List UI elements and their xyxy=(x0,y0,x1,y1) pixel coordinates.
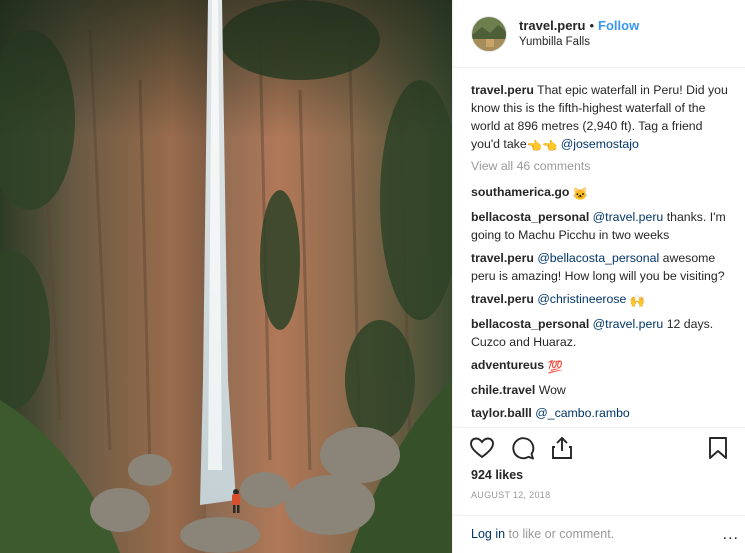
header-line: travel.peru • Follow xyxy=(519,17,639,34)
comment-username[interactable]: travel.peru xyxy=(471,251,534,265)
caption-mention[interactable]: @josemostajo xyxy=(561,137,639,151)
comment-item: bellacosta_personal @travel.peru 12 days… xyxy=(471,315,729,351)
avatar-image xyxy=(472,16,506,51)
post-header: travel.peru • Follow Yumbilla Falls xyxy=(453,0,745,68)
comments-section: travel.peru That epic waterfall in Peru!… xyxy=(453,68,745,427)
comment-item: taylor.balll @_cambo.rambo xyxy=(471,404,729,422)
follow-button[interactable]: Follow xyxy=(598,17,639,34)
instagram-post: travel.peru • Follow Yumbilla Falls trav… xyxy=(0,0,745,553)
heart-icon[interactable] xyxy=(469,435,495,461)
comment-emoji: 🐱 xyxy=(572,187,589,201)
comment-mention[interactable]: @_cambo.rambo xyxy=(535,406,630,420)
post-side-panel: travel.peru • Follow Yumbilla Falls trav… xyxy=(452,0,745,553)
comment-item: southamerica.go 🐱 xyxy=(471,183,729,203)
comment-item: adventureus 💯 xyxy=(471,356,729,376)
comment-username[interactable]: southamerica.go xyxy=(471,185,569,199)
post-date: AUGUST 12, 2018 xyxy=(471,490,551,500)
more-options-icon[interactable]: ... xyxy=(723,526,739,544)
comment-item: chile.travel Wow xyxy=(471,381,729,399)
comment-item: travel.peru @bellacosta_personal awesome… xyxy=(471,249,729,285)
comment-list: southamerica.go 🐱 bellacosta_personal @tr… xyxy=(471,183,729,422)
comment-emoji: 🙌 xyxy=(629,294,646,308)
post-caption: travel.peru That epic waterfall in Peru!… xyxy=(471,81,729,155)
view-all-comments-link[interactable]: View all 46 comments xyxy=(471,157,729,175)
comment-item: travel.peru @christineerose 🙌 xyxy=(471,290,729,310)
comment-username[interactable]: adventureus xyxy=(471,358,544,372)
caption-emoji: 👈👈 xyxy=(526,139,558,153)
comment-mention[interactable]: @travel.peru xyxy=(593,317,664,331)
comment-item: bellacosta_personal @travel.peru thanks.… xyxy=(471,208,729,244)
comment-mention[interactable]: @bellacosta_personal xyxy=(537,251,659,265)
action-icons xyxy=(469,435,575,461)
waterfall-photo xyxy=(0,0,452,553)
login-rest-text: to like or comment. xyxy=(508,527,615,541)
header-username[interactable]: travel.peru xyxy=(519,17,585,34)
caption-username[interactable]: travel.peru xyxy=(471,83,534,97)
comment-emoji: 💯 xyxy=(547,360,563,374)
likes-count[interactable]: 924 likes xyxy=(471,468,523,482)
header-separator: • xyxy=(589,17,595,33)
login-link[interactable]: Log in xyxy=(471,527,505,541)
comment-text: Wow xyxy=(538,383,566,397)
comment-username[interactable]: chile.travel xyxy=(471,383,535,397)
comment-username[interactable]: travel.peru xyxy=(471,292,534,306)
comment-mention[interactable]: @travel.peru xyxy=(593,210,664,224)
comment-username[interactable]: bellacosta_personal xyxy=(471,210,589,224)
comment-icon[interactable] xyxy=(509,435,535,461)
comment-username[interactable]: bellacosta_personal xyxy=(471,317,589,331)
post-photo[interactable] xyxy=(0,0,452,553)
post-location[interactable]: Yumbilla Falls xyxy=(519,34,639,51)
share-icon[interactable] xyxy=(549,435,575,461)
action-bar xyxy=(453,427,745,467)
comment-mention[interactable]: @christineerose xyxy=(537,292,626,306)
avatar[interactable] xyxy=(471,15,507,52)
header-text: travel.peru • Follow Yumbilla Falls xyxy=(519,17,639,51)
bookmark-icon[interactable] xyxy=(705,435,731,461)
login-bar: Log in to like or comment. xyxy=(453,515,745,552)
comment-username[interactable]: taylor.balll xyxy=(471,406,532,420)
